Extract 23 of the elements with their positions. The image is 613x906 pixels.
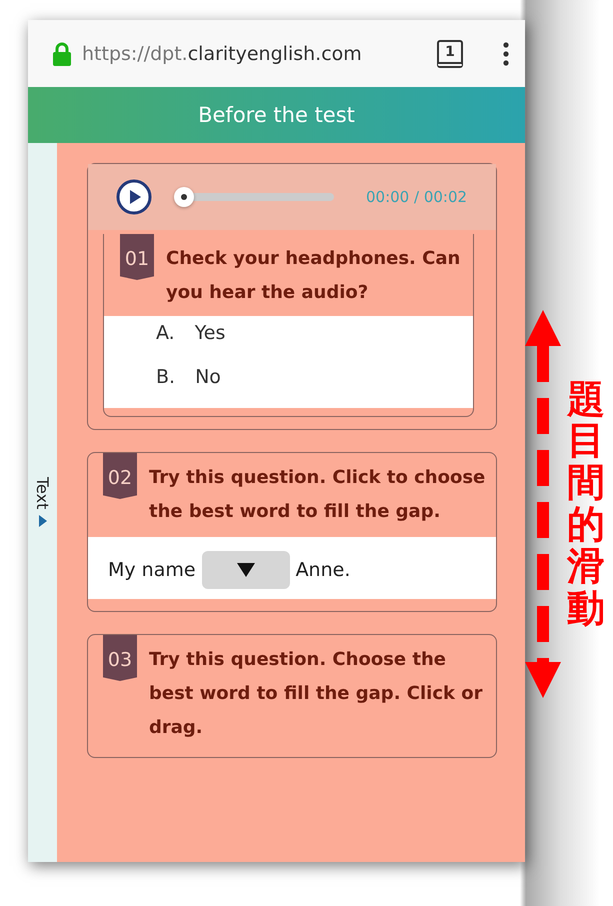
question-number: 03	[103, 635, 137, 681]
audio-time: 00:00 / 00:02	[366, 188, 468, 206]
sentence-text: My name	[108, 559, 196, 581]
page-title: Before the test	[28, 87, 525, 143]
sentence-text: Anne.	[296, 559, 350, 581]
question-prompt: Try this question. Click to choose the best word to fill the gap.	[149, 466, 486, 524]
side-tab[interactable]: Text	[28, 143, 57, 862]
address-bar[interactable]: https://dpt.clarityenglish.com	[82, 42, 427, 64]
question-number: 02	[103, 453, 137, 499]
lock-icon	[52, 42, 72, 66]
question-number: 01	[120, 234, 154, 280]
play-button[interactable]	[116, 179, 152, 215]
gap-dropdown[interactable]	[202, 551, 290, 589]
progress-handle[interactable]	[174, 187, 194, 207]
tab-count-button[interactable]: 1	[437, 40, 463, 68]
annotation-text: 題目間的滑動	[567, 378, 605, 630]
question-prompt: Check your headphones. Can you hear the audio?	[166, 247, 462, 305]
answer-option[interactable]: B. No	[156, 366, 473, 388]
dropdown-caret-icon	[236, 562, 256, 578]
question-prompt: Try this question. Choose the best word to fill the gap. Click or drag.	[149, 648, 484, 740]
answer-option[interactable]: A. Yes	[156, 322, 473, 344]
triangle-icon	[38, 514, 48, 528]
menu-icon[interactable]	[503, 42, 509, 66]
